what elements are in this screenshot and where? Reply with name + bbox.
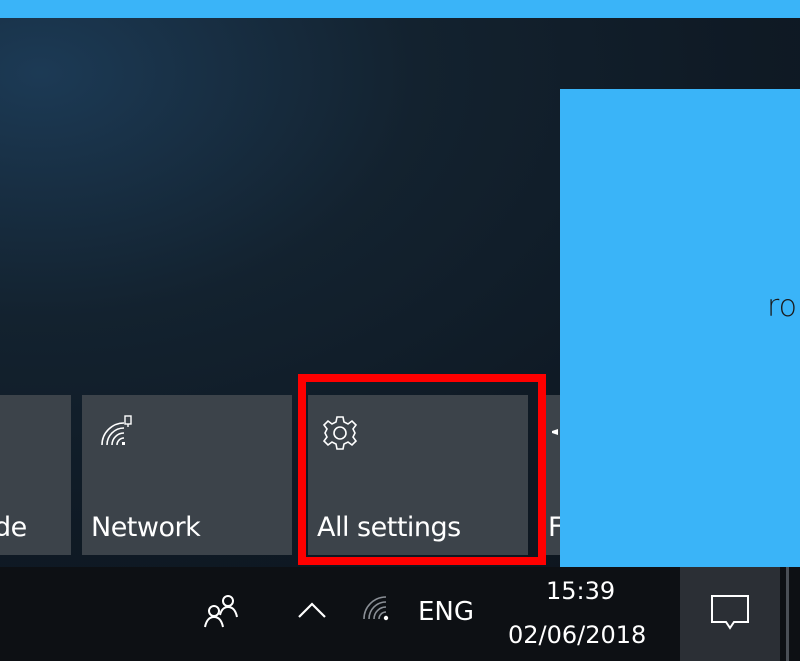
overlay-panel: ro [560,89,800,569]
network-tile[interactable]: Network [82,395,292,555]
action-center-button[interactable] [680,567,780,661]
network-tile-label: Network [91,512,201,543]
people-icon[interactable] [200,591,244,631]
wifi-icon[interactable] [358,589,394,625]
language-indicator[interactable]: ENG [418,597,474,627]
taskbar: ENG 15:39 02/06/2018 [0,567,800,661]
show-desktop-button[interactable] [786,567,789,661]
wifi-network-icon [94,413,134,453]
clock-time[interactable]: 15:39 [546,577,615,605]
tile-label: de [0,512,27,543]
overlay-panel-text: ro [767,289,798,324]
top-overlay-strip [0,0,800,18]
action-center-icon [711,595,749,630]
quick-action-tile-partial[interactable]: de [0,395,71,555]
highlight-box [298,374,546,565]
chevron-up-icon[interactable] [295,593,329,627]
clock-date[interactable]: 02/06/2018 [508,621,646,649]
